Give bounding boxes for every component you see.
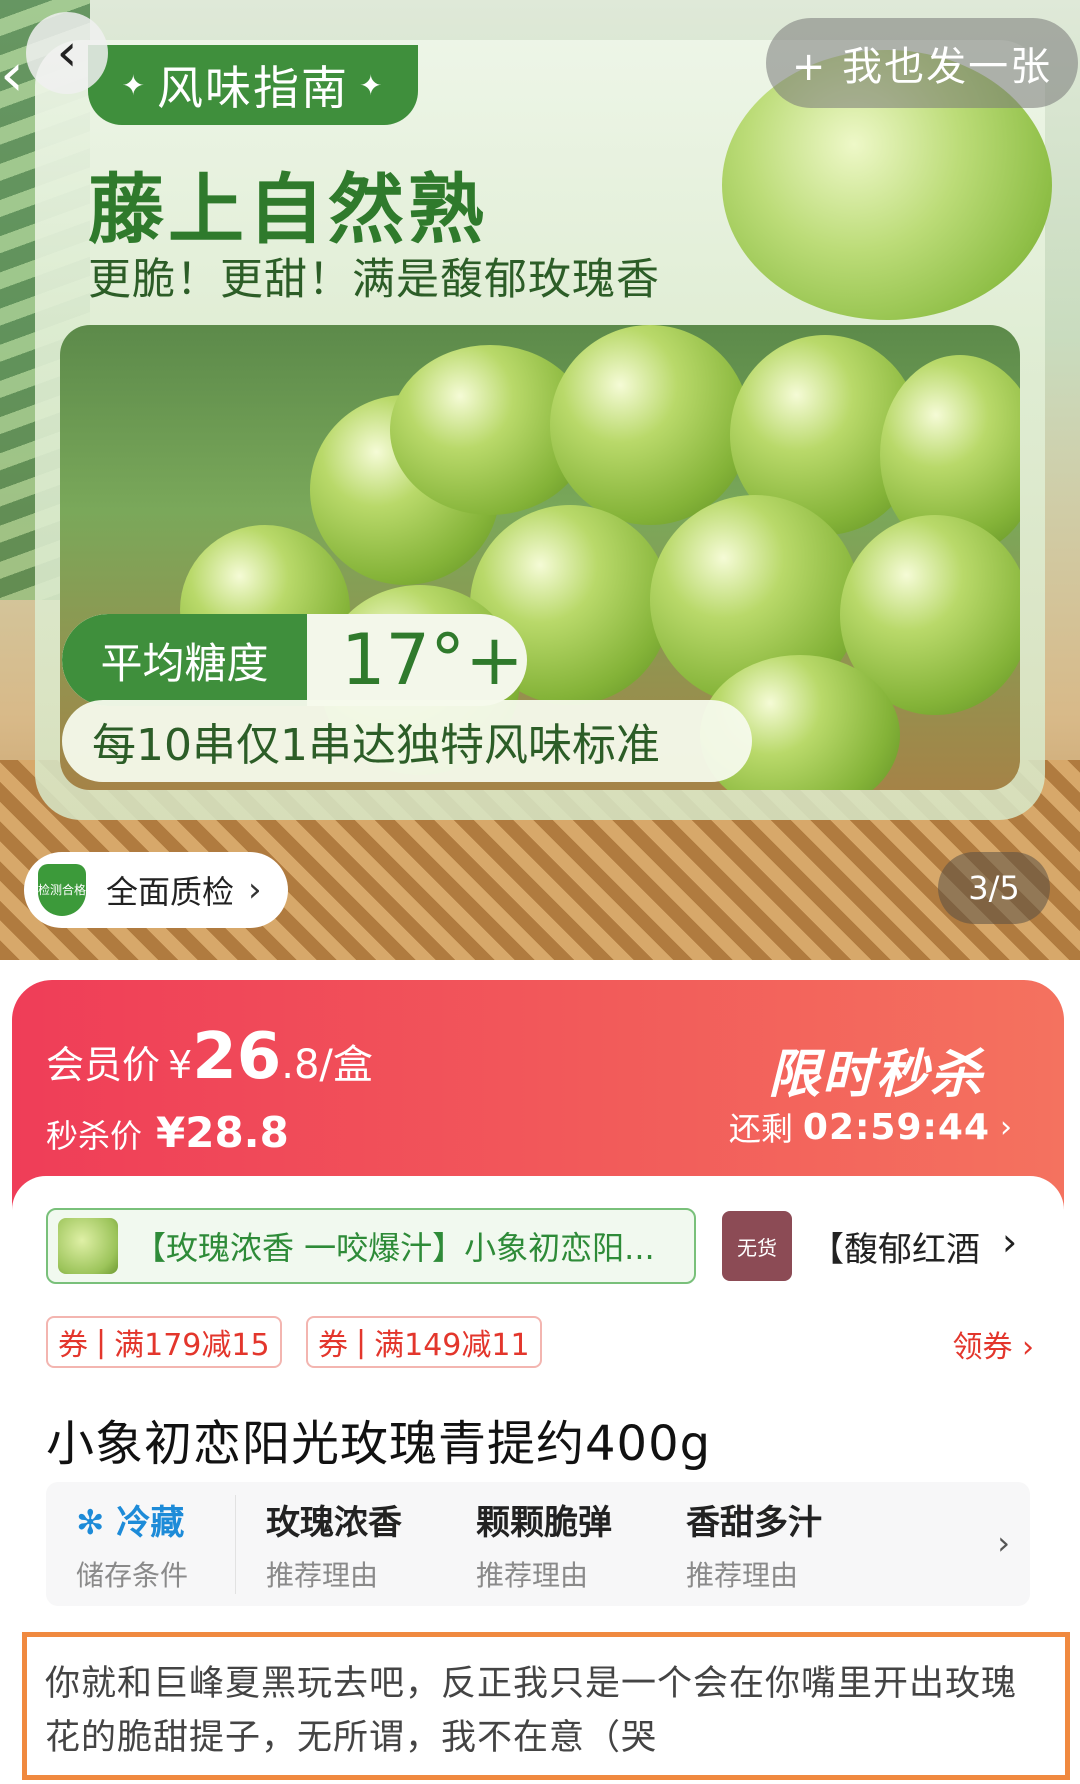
flavor-guide-tag: ✦ 风味指南 ✦ (88, 45, 418, 125)
hero-subline: 更脆！更甜！满是馥郁玫瑰香 (88, 255, 660, 305)
chevron-right-icon: › (1022, 1330, 1034, 1365)
hero-headline: 藤上自然熟 (88, 165, 488, 254)
limited-time-title: 限时秒杀 (767, 1045, 984, 1105)
countdown-timer[interactable]: 还剩 02:59:44 › (729, 1104, 1012, 1150)
quality-check-label: 全面质检 (106, 873, 235, 911)
variant-label: 【玫瑰浓香 一咬爆汁】小象初恋阳... (134, 1229, 655, 1267)
sugar-content-pill: 平均糖度 17°+ (62, 614, 527, 706)
chevron-left-icon: ‹ (56, 23, 78, 83)
attribute-storage: ✻ 冷藏 储存条件 (46, 1494, 236, 1594)
image-page-counter: 3/5 (938, 852, 1050, 924)
attribute-reason: 香甜多汁 推荐理由 (686, 1502, 822, 1592)
member-price-unit: .8/盒 (281, 1042, 373, 1088)
coupon-chip[interactable]: 券 | 满179减15 (46, 1316, 282, 1368)
flash-price: 秒杀价 ¥28.8 (46, 1108, 289, 1157)
post-photo-button[interactable]: + 我也发一张 (766, 18, 1078, 108)
coupon-tag: 券 (318, 1328, 348, 1363)
variant-option-out-of-stock[interactable]: 无货 【馥郁红酒 (722, 1208, 1012, 1284)
flash-price-label: 秒杀价 (46, 1117, 143, 1155)
chevron-right-icon: › (1000, 1109, 1012, 1145)
coupon-chip[interactable]: 券 | 满149减11 (306, 1316, 542, 1368)
shield-check-icon: 检测合格 (38, 864, 86, 916)
sugar-value: 17°+ (341, 619, 524, 701)
attribute-reason: 颗颗脆弹 推荐理由 (476, 1502, 612, 1592)
sparkle-icon: ✦ (121, 68, 147, 102)
quality-check-button[interactable]: 检测合格 全面质检 › (24, 852, 288, 928)
countdown-label: 还剩 (728, 1110, 793, 1148)
attribute-reason: 玫瑰浓香 推荐理由 (266, 1502, 402, 1592)
product-title: 小象初恋阳光玫瑰青提约400g (46, 1416, 712, 1472)
currency-symbol: ¥ (168, 1043, 193, 1087)
product-attributes-bar[interactable]: ✻ 冷藏 储存条件 玫瑰浓香 推荐理由 颗颗脆弹 推荐理由 香甜多汁 推荐理由 … (46, 1482, 1030, 1606)
member-price: 会员价 ¥ 26 .8/盒 (46, 1020, 373, 1094)
coupon-tag: 券 (58, 1328, 88, 1363)
sugar-label: 平均糖度 (62, 614, 307, 706)
back-button[interactable]: ‹ (26, 12, 108, 94)
variant-option-selected[interactable]: 【玫瑰浓香 一咬爆汁】小象初恋阳... (46, 1208, 696, 1284)
member-price-value: 26 (192, 1020, 282, 1094)
get-coupon-link[interactable]: 领券 › (952, 1322, 1034, 1366)
snowflake-icon: ✻ (76, 1502, 105, 1543)
product-image-carousel[interactable]: ✦ 风味指南 ✦ 藤上自然熟 更脆！更甜！满是馥郁玫瑰香 平均糖度 17°+ 每… (0, 0, 1080, 960)
back-arrow-shadow-icon: ‹ (0, 40, 24, 110)
coupon-divider: | (96, 1324, 107, 1360)
flavor-standard-pill: 每10串仅1串达独特风味标准 (62, 700, 752, 782)
flavor-guide-label: 风味指南 (157, 61, 349, 115)
chevron-right-icon[interactable]: › (1002, 1220, 1017, 1264)
member-price-label: 会员价 (46, 1043, 161, 1087)
out-of-stock-badge: 无货 (722, 1211, 792, 1281)
countdown-time: 02:59:44 (802, 1106, 990, 1148)
coupon-divider: | (356, 1324, 367, 1360)
coupon-text: 满179减15 (114, 1328, 270, 1363)
variant-label: 【馥郁红酒 (810, 1229, 980, 1270)
caption-text: 你就和巨峰夏黑玩去吧，反正我只是一个会在你嘴里开出玫瑰花的脆甜提子，无所谓，我不… (22, 1632, 1070, 1780)
chevron-right-icon: › (248, 870, 262, 910)
variant-thumbnail (58, 1218, 118, 1274)
coupon-text: 满149减11 (374, 1328, 530, 1363)
chevron-right-icon: › (997, 1524, 1010, 1562)
sparkle-icon: ✦ (359, 68, 385, 102)
flash-price-value: ¥28.8 (156, 1108, 289, 1157)
